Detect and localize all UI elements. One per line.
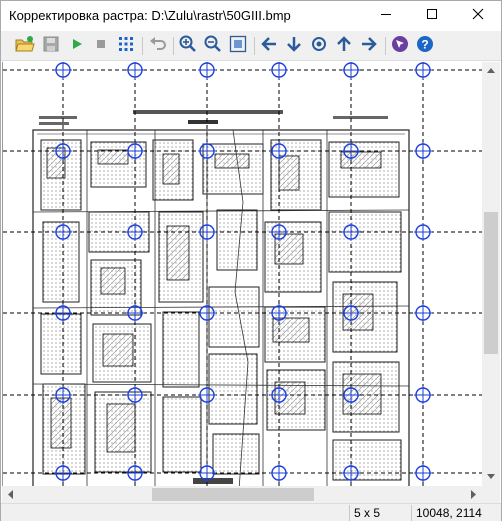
close-button[interactable] <box>455 1 501 31</box>
vertical-scrollbar[interactable] <box>482 62 500 486</box>
scrollbar-corner <box>482 486 500 503</box>
status-bar: 5 x 5 10048, 2114 <box>1 503 501 521</box>
pan-left-button[interactable] <box>257 34 281 58</box>
scroll-right-arrow <box>471 490 476 499</box>
pan-down-button[interactable] <box>282 34 306 58</box>
minimize-button[interactable] <box>363 1 409 31</box>
zoom-in-button[interactable] <box>176 34 200 58</box>
horizontal-scroll-thumb <box>152 488 314 501</box>
arrow-down-icon <box>285 35 303 58</box>
help-icon: ? <box>416 35 434 58</box>
center-button[interactable] <box>307 34 331 58</box>
horizontal-scrollbar[interactable] <box>2 486 482 503</box>
scroll-down-arrow <box>487 474 495 479</box>
play-button[interactable] <box>65 34 89 58</box>
zoom-fit-icon <box>229 35 247 58</box>
cursor-icon <box>391 35 409 58</box>
raster-canvas[interactable] <box>3 62 482 486</box>
control-point[interactable] <box>54 62 72 79</box>
scanned-map <box>32 110 410 486</box>
stop-button[interactable] <box>89 34 113 58</box>
control-point[interactable] <box>126 62 144 79</box>
zoom-out-icon <box>204 35 222 58</box>
center-point-icon <box>310 35 328 58</box>
title-bar: Корректировка растра: D:\Zulu\rastr\50GI… <box>1 1 501 31</box>
control-point[interactable] <box>414 62 432 79</box>
svg-text:?: ? <box>421 37 428 51</box>
zoom-out-button[interactable] <box>201 34 225 58</box>
control-point[interactable] <box>414 386 432 404</box>
zoom-fit-button[interactable] <box>226 34 250 58</box>
undo-button[interactable] <box>146 34 170 58</box>
open-button[interactable] <box>13 34 37 58</box>
control-point[interactable] <box>414 304 432 322</box>
help-button[interactable]: ? <box>413 34 437 58</box>
play-icon <box>71 37 83 55</box>
toolbar: ? <box>1 31 501 61</box>
cursor-coordinates: 10048, 2114 <box>411 505 501 521</box>
undo-icon <box>149 36 167 57</box>
maximize-button[interactable] <box>409 1 455 31</box>
pan-up-button[interactable] <box>332 34 356 58</box>
scroll-left-arrow <box>8 490 13 499</box>
control-point[interactable] <box>342 62 360 79</box>
grid-button[interactable] <box>114 34 138 58</box>
minimize-icon <box>380 7 392 25</box>
control-point[interactable] <box>414 223 432 241</box>
scroll-up-arrow <box>487 68 495 73</box>
control-point[interactable] <box>270 62 288 79</box>
raster-viewport[interactable] <box>2 62 482 486</box>
vertical-scroll-thumb <box>484 212 498 354</box>
select-cursor-button[interactable] <box>388 34 412 58</box>
open-folder-icon <box>15 35 35 58</box>
save-button[interactable] <box>39 34 63 58</box>
toolbar-separator <box>254 37 255 55</box>
maximize-icon <box>426 7 438 25</box>
toolbar-separator <box>173 37 174 55</box>
control-point[interactable] <box>198 62 216 79</box>
save-icon <box>43 36 59 57</box>
zoom-in-icon <box>179 35 197 58</box>
grid-icon <box>118 36 134 57</box>
arrow-right-icon <box>360 35 378 58</box>
arrow-left-icon <box>260 35 278 58</box>
raster-correction-window: Корректировка растра: D:\Zulu\rastr\50GI… <box>0 0 502 521</box>
close-icon <box>472 7 484 25</box>
arrow-up-icon <box>335 35 353 58</box>
control-point[interactable] <box>414 142 432 160</box>
stop-icon <box>95 37 107 55</box>
toolbar-separator <box>385 37 386 55</box>
grid-size-readout: 5 x 5 <box>349 505 407 521</box>
toolbar-separator <box>142 37 143 55</box>
pan-right-button[interactable] <box>357 34 381 58</box>
window-title: Корректировка растра: D:\Zulu\rastr\50GI… <box>9 8 291 23</box>
control-point[interactable] <box>414 464 432 482</box>
